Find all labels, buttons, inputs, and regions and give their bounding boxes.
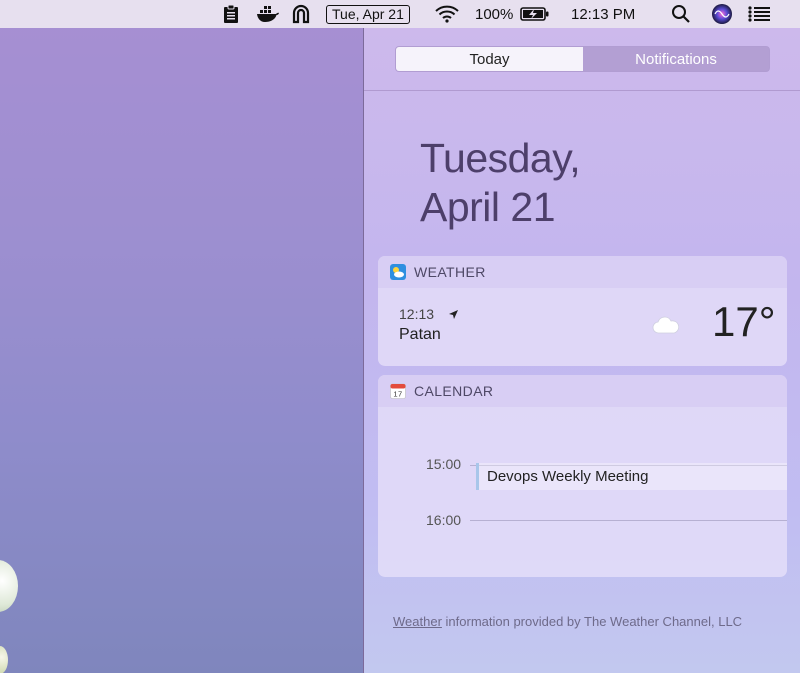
calendar-widget[interactable]: 17 CALENDAR 15:00 Devops Weekly Meeting … (378, 375, 787, 577)
weather-widget-header: WEATHER (378, 256, 787, 288)
weather-temperature: 17° (712, 298, 776, 345)
tab-notifications[interactable]: Notifications (583, 47, 769, 71)
menubar-clock[interactable]: 12:13 PM (571, 0, 635, 28)
wallpaper-flower (0, 560, 18, 612)
battery-percent[interactable]: 100% (475, 0, 513, 28)
weather-widget[interactable]: WEATHER 12:13 Patan 17° (378, 256, 787, 366)
notification-center-icon[interactable] (748, 0, 770, 28)
weather-attribution-text: information provided by The Weather Chan… (445, 614, 743, 629)
cloud-icon (652, 316, 680, 339)
weather-time: 12:13 (399, 306, 435, 322)
weather-city: Patan (399, 326, 441, 343)
weather-widget-title: WEATHER (414, 264, 486, 280)
divider (364, 90, 800, 91)
calendar-app-icon: 17 (390, 383, 406, 399)
docker-icon[interactable] (256, 0, 280, 28)
date-weekday: Tuesday, (420, 135, 581, 181)
siri-icon[interactable] (711, 0, 733, 28)
weather-attribution-link[interactable]: Weather (393, 614, 442, 629)
magnet-icon[interactable] (291, 0, 311, 28)
menu-bar: Tue, Apr 21 100% 12:13 PM (0, 0, 800, 28)
spotlight-search-icon[interactable] (671, 0, 691, 28)
calendar-widget-title: CALENDAR (414, 383, 494, 399)
battery-charging-icon[interactable] (520, 0, 550, 28)
weather-attribution: Weather information provided by The Weat… (393, 614, 742, 629)
segmented-control: Today Notifications (395, 46, 770, 72)
date-day: April 21 (420, 184, 556, 230)
wifi-icon[interactable] (434, 0, 460, 28)
notification-center-panel: Today Notifications Tuesday, April 21 WE… (363, 28, 800, 673)
weather-time-row: 12:13 (399, 306, 459, 322)
weather-app-icon (390, 264, 406, 280)
wallpaper-flower-bud (0, 646, 8, 673)
clipboard-icon[interactable] (222, 0, 240, 28)
today-date-heading: Tuesday, April 21 (420, 134, 581, 232)
calendar-time-label: 16:00 (426, 512, 462, 528)
calendar-time-label: 15:00 (426, 456, 462, 472)
menubar-date: Tue, Apr 21 (326, 4, 410, 24)
svg-text:17: 17 (393, 390, 402, 399)
calendar-event[interactable]: Devops Weekly Meeting (476, 463, 787, 490)
date-display[interactable]: Tue, Apr 21 (326, 0, 410, 28)
tab-today[interactable]: Today (396, 47, 583, 71)
calendar-widget-header: 17 CALENDAR (378, 375, 787, 407)
calendar-hour-line (470, 520, 787, 521)
location-arrow-icon (448, 309, 459, 320)
